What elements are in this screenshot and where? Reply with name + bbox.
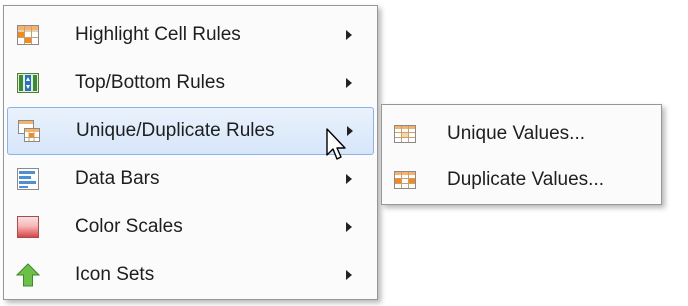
unique-duplicate-submenu: Unique Values... Duplicate Values... <box>381 104 662 205</box>
menu-item-label: Duplicate Values... <box>447 169 605 190</box>
icon-sets-icon <box>16 263 40 287</box>
conditional-formatting-stage: Highlight Cell Rules Top/Bottom Rules Un… <box>0 0 688 306</box>
unique-values-icon <box>394 125 416 143</box>
menu-item-highlight-cell-rules[interactable]: Highlight Cell Rules <box>7 11 374 59</box>
submenu-arrow-icon <box>346 222 352 232</box>
submenu-arrow-icon <box>346 78 352 88</box>
menu-item-label: Unique/Duplicate Rules <box>76 120 275 141</box>
top-bottom-rules-icon <box>17 73 39 93</box>
menu-item-top-bottom-rules[interactable]: Top/Bottom Rules <box>7 59 374 107</box>
menu-item-unique-duplicate-rules[interactable]: Unique/Duplicate Rules <box>7 107 374 155</box>
submenu-arrow-icon <box>346 30 352 40</box>
menu-item-icon-sets[interactable]: Icon Sets <box>7 251 374 299</box>
color-scales-icon <box>17 216 39 238</box>
menu-item-duplicate-values[interactable]: Duplicate Values... <box>385 158 658 202</box>
menu-item-label: Highlight Cell Rules <box>75 24 241 45</box>
data-bars-icon <box>17 168 39 190</box>
submenu-arrow-icon <box>346 270 352 280</box>
menu-item-label: Data Bars <box>75 168 160 189</box>
menu-item-unique-values[interactable]: Unique Values... <box>385 112 658 156</box>
duplicate-values-icon <box>394 171 416 189</box>
unique-duplicate-rules-icon <box>18 120 40 142</box>
menu-item-label: Icon Sets <box>75 264 155 285</box>
mouse-pointer-icon <box>326 128 346 160</box>
menu-item-color-scales[interactable]: Color Scales <box>7 203 374 251</box>
menu-item-label: Color Scales <box>75 216 183 237</box>
conditional-formatting-menu: Highlight Cell Rules Top/Bottom Rules Un… <box>3 5 378 300</box>
menu-item-data-bars[interactable]: Data Bars <box>7 155 374 203</box>
submenu-arrow-icon <box>346 174 352 184</box>
menu-item-label: Unique Values... <box>447 123 586 144</box>
menu-item-label: Top/Bottom Rules <box>75 72 225 93</box>
highlight-cell-rules-icon <box>17 25 39 45</box>
